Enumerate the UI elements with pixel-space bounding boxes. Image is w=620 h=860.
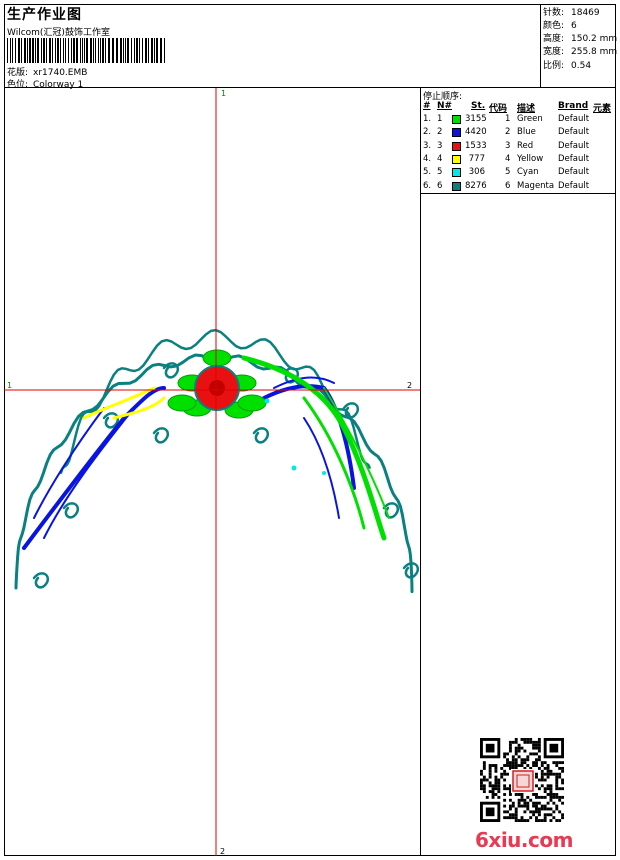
stat-colors-label: 颜色:	[543, 21, 565, 31]
embroidery-artwork	[14, 328, 420, 594]
stat-scale: 比例: 0.54	[543, 58, 591, 71]
row-needle: 1	[437, 114, 443, 124]
row-needle: 4	[437, 153, 443, 164]
row-stitches: 1533	[465, 140, 487, 151]
stat-stitches: 针数: 18469	[543, 5, 600, 18]
color-swatch	[452, 115, 461, 124]
row-stitches: 777	[468, 153, 485, 164]
row-index: 6.	[423, 180, 432, 191]
stop-row: 4. 4 777 4 Yellow Default	[421, 154, 616, 167]
stat-scale-label: 比例:	[543, 61, 565, 71]
color-swatch	[452, 141, 461, 151]
header: 生产作业图 Wilcom(汇冠)鼓饰工作室 花版: xr1740.EMB 色位: C…	[4, 4, 617, 90]
row-brand: Default	[558, 114, 590, 124]
col-index: #	[423, 101, 431, 111]
header-info: 生产作业图 Wilcom(汇冠)鼓饰工作室 花版: xr1740.EMB 色位: C…	[4, 4, 541, 90]
row-code: 4	[505, 153, 511, 164]
color-swatch	[452, 128, 461, 138]
stat-colors: 颜色: 6	[543, 18, 577, 31]
stat-width-label: 宽度:	[543, 47, 565, 57]
color-swatch	[452, 168, 461, 178]
col-brand: Brand	[558, 101, 589, 111]
stop-row: 1. 1 3155 1 Green Default	[421, 114, 616, 127]
row-index: 2.	[423, 127, 432, 138]
row-index: 4.	[423, 153, 432, 164]
col-needle: N#	[437, 101, 453, 111]
color-swatch	[452, 154, 461, 164]
row-stitches: 3155	[465, 114, 487, 124]
stop-row: 6. 6 8276 6 Magenta Default	[421, 181, 616, 194]
row-description: Magenta	[517, 180, 555, 191]
row-stitches: 306	[468, 167, 485, 178]
watermark-logo: 6xiu.com	[475, 828, 573, 852]
row-index: 3.	[423, 140, 432, 151]
row-code: 5	[505, 167, 511, 178]
stat-height-label: 高度:	[543, 34, 565, 44]
row-description: Red	[517, 140, 534, 151]
stat-height-value: 150.2 mm	[571, 34, 618, 44]
axis-marker-right: 2	[407, 381, 412, 390]
axis-marker-top: 1	[221, 89, 226, 98]
qr-code-icon	[480, 738, 564, 822]
stat-stitches-label: 针数:	[543, 8, 565, 18]
row-brand: Default	[558, 153, 590, 164]
row-code: 2	[505, 127, 511, 138]
stat-stitches-value: 18469	[571, 8, 600, 18]
row-description: Cyan	[517, 167, 539, 178]
row-brand: Default	[558, 127, 590, 138]
page-title: 生产作业图	[7, 7, 82, 23]
row-brand: Default	[558, 167, 590, 178]
studio-name: Wilcom(汇冠)鼓饰工作室	[7, 28, 110, 38]
stop-table-header: # N# St. 代码 描述 Brand 元素	[421, 101, 616, 114]
stat-width: 宽度: 255.8 mm	[543, 44, 617, 57]
row-needle: 3	[437, 140, 443, 151]
stat-colors-value: 6	[571, 21, 577, 31]
row-needle: 2	[437, 127, 443, 138]
axis-marker-bottom: 2	[220, 847, 225, 856]
design-stats: 针数: 18469 颜色: 6 高度: 150.2 mm 宽度: 255.8 mm 比例…	[541, 4, 617, 87]
row-description: Yellow	[517, 153, 544, 164]
row-index: 1.	[423, 114, 432, 124]
row-brand: Default	[558, 180, 590, 191]
barcode-icon	[7, 38, 165, 63]
col-description: 描述	[517, 104, 536, 114]
row-stitches: 4420	[465, 127, 487, 138]
stop-row: 5. 5 306 5 Cyan Default	[421, 167, 616, 180]
col-code: 代码	[489, 104, 508, 114]
panel-divider	[421, 193, 616, 194]
stop-row: 3. 3 1533 3 Red Default	[421, 141, 616, 154]
axis-marker-left: 1	[7, 381, 12, 390]
row-description: Green	[517, 114, 543, 124]
row-brand: Default	[558, 140, 590, 151]
stat-scale-value: 0.54	[571, 61, 592, 71]
row-needle: 5	[437, 167, 443, 178]
stat-height: 高度: 150.2 mm	[543, 31, 617, 44]
embroidery-design-canvas: 1 2 1 2	[4, 88, 420, 856]
stat-width-value: 255.8 mm	[571, 47, 618, 57]
col-stitches: St.	[471, 101, 486, 111]
row-code: 3	[505, 140, 511, 151]
row-stitches: 8276	[465, 180, 487, 191]
row-code: 1	[505, 114, 511, 124]
color-swatch	[452, 181, 461, 191]
row-description: Blue	[517, 127, 536, 138]
col-element: 元素	[593, 104, 612, 114]
row-index: 5.	[423, 167, 432, 178]
row-needle: 6	[437, 180, 443, 191]
stop-row: 2. 2 4420 2 Blue Default	[421, 127, 616, 140]
row-code: 6	[505, 180, 511, 191]
